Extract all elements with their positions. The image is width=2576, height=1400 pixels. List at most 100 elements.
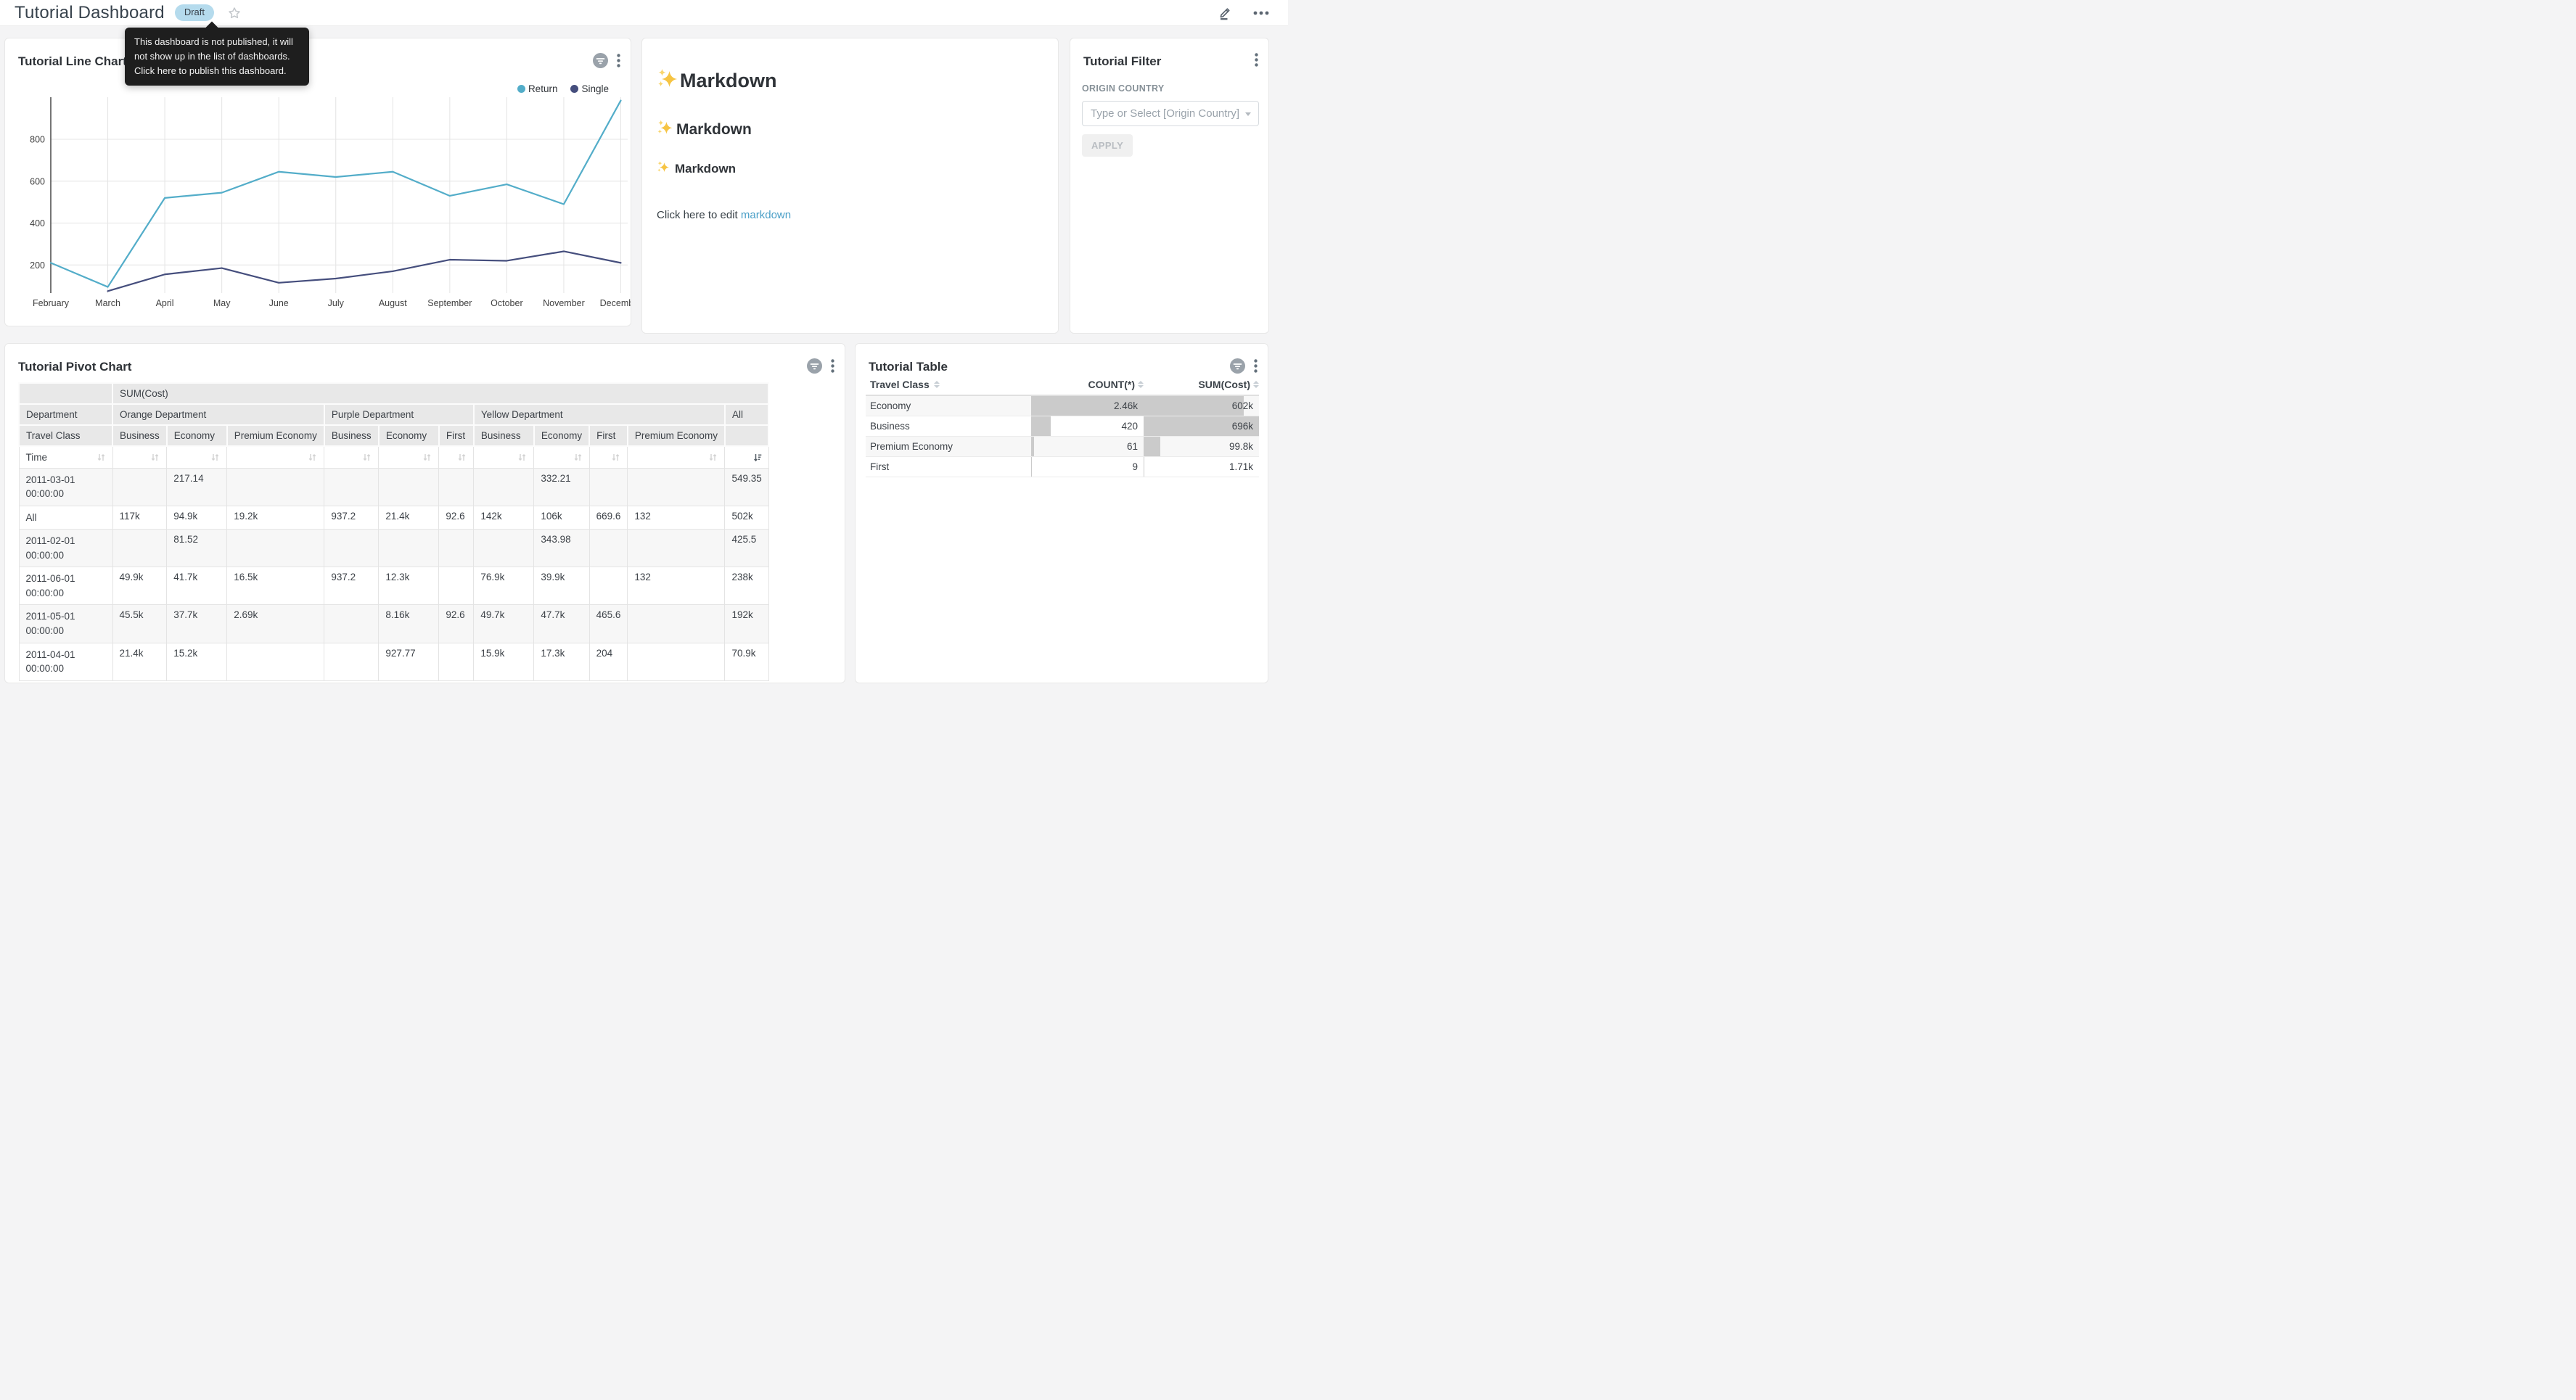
y-axis-tick-label: 400 xyxy=(30,218,45,228)
pivot-time-cell: All xyxy=(19,506,112,530)
sort-descending-active-icon[interactable] xyxy=(752,453,762,462)
pivot-header-cell: Economy xyxy=(167,425,227,446)
more-options-ellipsis-icon[interactable] xyxy=(1253,11,1269,15)
legend-label: Single xyxy=(581,83,609,94)
count-cell: 9 xyxy=(1031,457,1144,477)
pivot-row: 2011-04-01 00:00:0021.4k15.2k927.7715.9k… xyxy=(19,643,768,680)
dashboard-header: Tutorial Dashboard Draft xyxy=(0,0,1288,26)
pivot-value-cell xyxy=(439,643,474,680)
sort-icon[interactable] xyxy=(308,453,317,462)
markdown-edit-link[interactable]: markdown xyxy=(741,209,791,221)
kebab-menu-icon[interactable] xyxy=(831,359,834,373)
travel-class-cell: Business xyxy=(866,416,1031,436)
pivot-header-cell: Economy xyxy=(379,425,439,446)
x-axis-tick-label: April xyxy=(156,298,174,308)
sort-icon[interactable] xyxy=(97,453,106,462)
sort-icon[interactable] xyxy=(573,453,583,462)
pivot-value-cell: 16.5k xyxy=(227,567,324,605)
legend-dot xyxy=(517,85,525,93)
kebab-menu-icon[interactable] xyxy=(617,54,620,67)
line-chart-plot: 200400600800FebruaryMarchAprilMayJuneJul… xyxy=(5,38,631,326)
pivot-value-cell xyxy=(324,468,379,506)
pivot-value-cell: 76.9k xyxy=(474,567,534,605)
sort-icon[interactable] xyxy=(708,453,718,462)
table-panel-title: Tutorial Table xyxy=(869,360,948,374)
sort-icon[interactable] xyxy=(457,453,467,462)
line-chart-panel: Tutorial Line Chart ReturnSingle 2004006… xyxy=(4,38,631,326)
legend-item-single[interactable]: Single xyxy=(570,83,609,94)
column-header-count[interactable]: COUNT(*) xyxy=(1031,379,1144,390)
edit-pencil-icon[interactable] xyxy=(1218,5,1233,20)
pivot-header-cell: Orange Department xyxy=(112,404,324,425)
sort-icon[interactable] xyxy=(362,453,372,462)
sort-icon[interactable] xyxy=(517,453,527,462)
pivot-value-cell xyxy=(628,643,725,680)
table-row[interactable]: Business420696k xyxy=(866,416,1259,437)
pivot-value-cell: 70.9k xyxy=(725,643,768,680)
sort-carets-icon xyxy=(934,381,940,388)
pivot-value-cell: 8.16k xyxy=(379,605,439,643)
markdown-panel[interactable]: Markdown Markdown Markdown Click here to… xyxy=(641,38,1059,334)
pivot-header-cell: First xyxy=(439,425,474,446)
cross-filter-badge-icon[interactable] xyxy=(1230,358,1245,374)
kebab-menu-icon[interactable] xyxy=(1255,53,1258,67)
draft-badge[interactable]: Draft xyxy=(175,4,214,21)
legend-dot xyxy=(570,85,578,93)
pivot-row: 2011-03-01 00:00:00217.14332.21549.35 xyxy=(19,468,768,506)
cross-filter-badge-icon[interactable] xyxy=(807,358,822,374)
pivot-value-cell: 217.14 xyxy=(167,468,227,506)
pivot-row: 2011-05-01 00:00:0045.5k37.7k2.69k8.16k9… xyxy=(19,605,768,643)
table-row[interactable]: Premium Economy6199.8k xyxy=(866,437,1259,457)
table-row[interactable]: First91.71k xyxy=(866,457,1259,477)
legend-item-return[interactable]: Return xyxy=(517,83,558,94)
favorite-star-icon[interactable] xyxy=(227,6,242,20)
pivot-value-cell xyxy=(628,530,725,567)
pivot-time-cell: 2011-06-01 00:00:00 xyxy=(19,567,112,605)
x-axis-tick-label: August xyxy=(379,298,407,308)
x-axis-tick-label: March xyxy=(95,298,120,308)
pivot-value-cell: 549.35 xyxy=(725,468,768,506)
x-axis-tick-label: May xyxy=(213,298,231,308)
apply-button[interactable]: APPLY xyxy=(1082,134,1133,157)
count-cell: 2.46k xyxy=(1031,396,1144,416)
markdown-heading-2: Markdown xyxy=(657,119,1046,140)
legend-label: Return xyxy=(528,83,558,94)
x-axis-tick-label: December xyxy=(600,298,631,308)
pivot-value-cell: 47.7k xyxy=(534,605,589,643)
pivot-value-cell: 238k xyxy=(725,567,768,605)
pivot-value-cell xyxy=(112,468,167,506)
pivot-header-cell: Travel Class xyxy=(19,425,112,446)
pivot-time-cell: 2011-02-01 00:00:00 xyxy=(19,530,112,567)
sort-icon[interactable] xyxy=(611,453,620,462)
pivot-value-cell: 92.6 xyxy=(439,506,474,530)
page-title: Tutorial Dashboard xyxy=(15,3,165,23)
pivot-value-cell xyxy=(227,530,324,567)
pivot-table: SUM(Cost)DepartmentOrange DepartmentPurp… xyxy=(18,382,769,681)
pivot-value-cell xyxy=(379,468,439,506)
pivot-value-cell xyxy=(439,468,474,506)
markdown-heading-3: Markdown xyxy=(657,160,1046,177)
pivot-value-cell: 192k xyxy=(725,605,768,643)
sort-icon[interactable] xyxy=(210,453,220,462)
table-row[interactable]: Economy2.46k602k xyxy=(866,396,1259,416)
chart-legend: Return Single xyxy=(517,83,609,94)
sparkles-icon xyxy=(657,119,675,140)
cross-filter-badge-icon[interactable] xyxy=(593,53,608,68)
pivot-value-cell xyxy=(439,530,474,567)
sort-icon[interactable] xyxy=(422,453,432,462)
x-axis-tick-label: September xyxy=(427,298,472,308)
origin-country-select[interactable]: Type or Select [Origin Country] xyxy=(1082,101,1259,126)
pivot-header-cell: Business xyxy=(112,425,167,446)
y-axis-tick-label: 800 xyxy=(30,135,45,145)
column-header-sum-cost[interactable]: SUM(Cost) xyxy=(1144,379,1259,390)
pivot-value-cell: 425.5 xyxy=(725,530,768,567)
single-series-line[interactable] xyxy=(108,251,621,291)
y-axis-tick-label: 200 xyxy=(30,260,45,271)
pivot-time-label: Time xyxy=(26,452,48,463)
chevron-down-icon xyxy=(1245,112,1251,116)
column-header-travel-class[interactable]: Travel Class xyxy=(866,379,1031,390)
sort-icon[interactable] xyxy=(150,453,160,462)
table-panel: Tutorial Table Travel Class COUNT(*) xyxy=(855,343,1268,683)
pivot-value-cell: 132 xyxy=(628,567,725,605)
kebab-menu-icon[interactable] xyxy=(1254,359,1258,373)
